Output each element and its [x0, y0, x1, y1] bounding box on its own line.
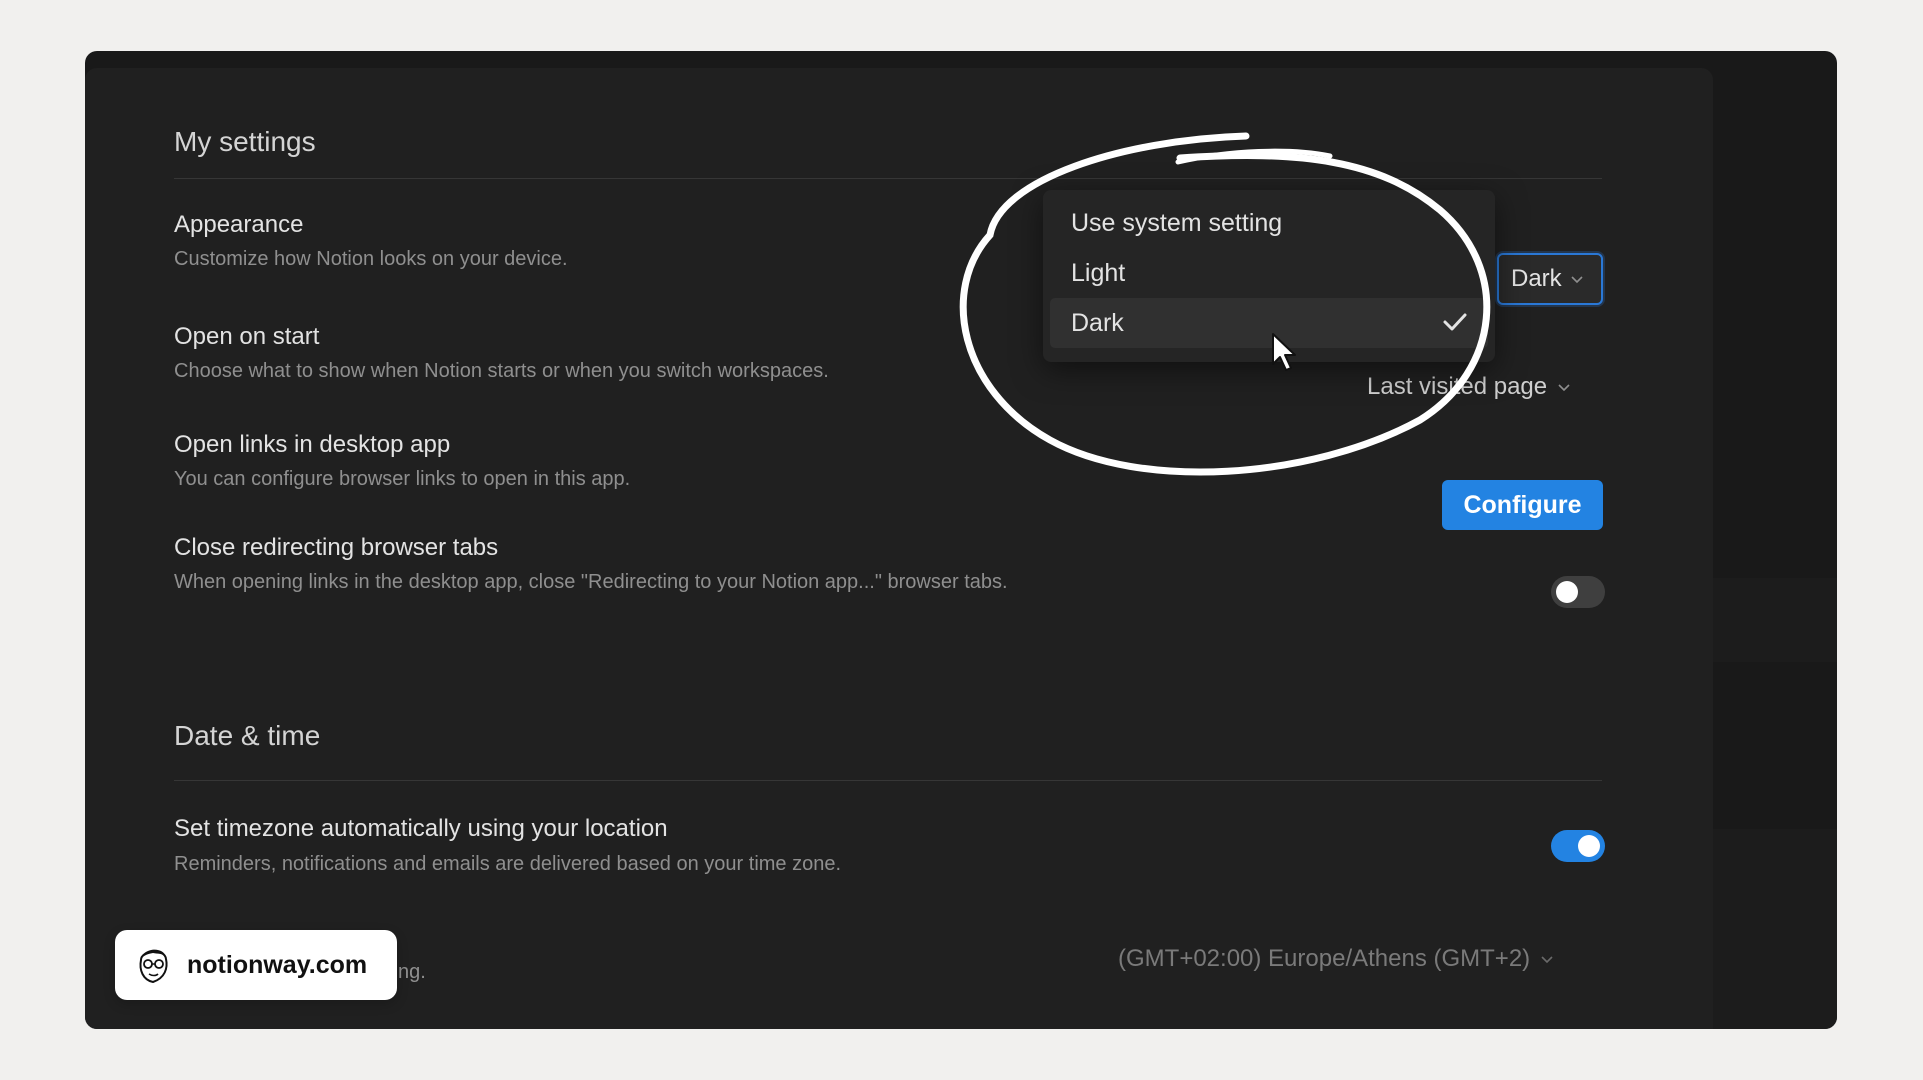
auto-timezone-toggle[interactable] [1551, 830, 1605, 862]
background-panel [1713, 829, 1837, 1029]
open-on-start-title: Open on start [174, 323, 320, 350]
close-tabs-title: Close redirecting browser tabs [174, 534, 499, 561]
toggle-knob [1578, 835, 1600, 857]
dropdown-item-label: Use system setting [1071, 208, 1283, 237]
mouse-cursor-icon [1272, 333, 1296, 371]
configure-button[interactable]: Configure [1442, 480, 1603, 530]
appearance-title: Appearance [174, 211, 304, 238]
divider [174, 178, 1602, 179]
appearance-select-value: Dark [1511, 265, 1562, 292]
open-links-desc: You can configure browser links to open … [174, 468, 631, 490]
section-title-my-settings: My settings [174, 126, 316, 157]
watermark-badge: notionway.com [115, 930, 397, 1000]
section-title-date-time: Date & time [174, 720, 321, 751]
appearance-select[interactable]: Dark [1497, 253, 1603, 305]
appearance-dropdown-menu: Use system setting Light Dark [1043, 190, 1495, 362]
timezone-value: (GMT+02:00) Europe/Athens (GMT+2) [1118, 945, 1531, 972]
divider [174, 780, 1602, 781]
dropdown-item-light[interactable]: Light [1050, 248, 1488, 298]
toggle-knob [1556, 581, 1578, 603]
chevron-down-icon [1570, 271, 1584, 287]
auto-timezone-title: Set timezone automatically using your lo… [174, 815, 668, 842]
appearance-desc: Customize how Notion looks on your devic… [174, 248, 568, 270]
watermark-text: notionway.com [187, 950, 368, 979]
app-window: My settings Appearance Customize how Not… [85, 51, 1837, 1029]
chevron-down-icon [1557, 379, 1571, 395]
dropdown-item-label: Dark [1071, 308, 1124, 337]
background-panel [1713, 578, 1837, 662]
open-on-start-value: Last visited page [1367, 373, 1548, 400]
dropdown-item-system[interactable]: Use system setting [1050, 198, 1488, 248]
open-on-start-desc: Choose what to show when Notion starts o… [174, 360, 829, 382]
checkmark-icon [1442, 311, 1468, 340]
close-tabs-desc: When opening links in the desktop app, c… [174, 571, 1008, 593]
open-on-start-select[interactable]: Last visited page [1367, 373, 1571, 401]
dropdown-item-label: Light [1071, 258, 1126, 287]
avatar-icon [139, 949, 168, 984]
timezone-select[interactable]: (GMT+02:00) Europe/Athens (GMT+2) [1118, 945, 1554, 973]
dropdown-item-dark[interactable]: Dark [1050, 298, 1488, 348]
chevron-down-icon [1540, 951, 1554, 967]
close-tabs-toggle[interactable] [1551, 576, 1605, 608]
auto-timezone-desc: Reminders, notifications and emails are … [174, 853, 842, 875]
open-links-title: Open links in desktop app [174, 431, 451, 458]
